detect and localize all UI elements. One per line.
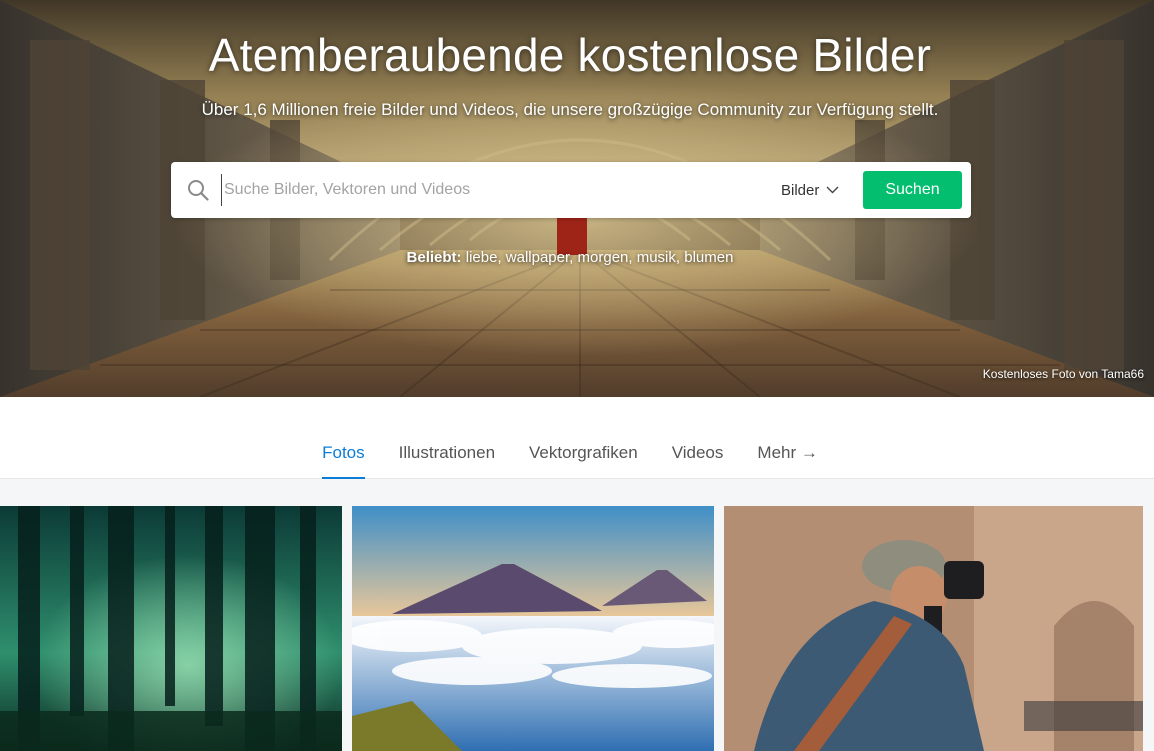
volcano-image bbox=[352, 506, 714, 751]
image-gallery bbox=[0, 506, 1154, 751]
hero-subtitle: Über 1,6 Millionen freie Bilder und Vide… bbox=[201, 100, 939, 119]
category-tabs-bar: Fotos Illustrationen Vektorgrafiken Vide… bbox=[0, 397, 1154, 479]
tab-illustrationen[interactable]: Illustrationen bbox=[399, 397, 495, 479]
gallery-item[interactable] bbox=[724, 506, 1143, 751]
popular-label: Beliebt: bbox=[406, 249, 462, 266]
popular-term-wallpaper[interactable]: wallpaper bbox=[506, 249, 569, 266]
media-type-value: Bilder bbox=[781, 181, 820, 199]
search-input[interactable] bbox=[221, 174, 761, 206]
photo-credit[interactable]: Kostenloses Foto von Tama66 bbox=[983, 367, 1144, 381]
search-icon[interactable] bbox=[187, 179, 209, 201]
tab-videos[interactable]: Videos bbox=[672, 397, 724, 479]
chevron-down-icon bbox=[826, 186, 839, 194]
media-type-dropdown[interactable]: Bilder bbox=[781, 179, 839, 201]
popular-term-morgen[interactable]: morgen bbox=[578, 249, 629, 266]
hero: Atemberaubende kostenlose Bilder Über 1,… bbox=[0, 0, 1154, 397]
search-bar: Bilder Suchen bbox=[171, 162, 971, 218]
tab-mehr[interactable]: Mehr → bbox=[757, 397, 817, 479]
gallery-item[interactable] bbox=[0, 506, 342, 751]
tab-vektorgrafiken[interactable]: Vektorgrafiken bbox=[529, 397, 638, 479]
separator: , bbox=[497, 249, 506, 266]
photographer-image bbox=[724, 506, 1143, 751]
popular-term-liebe[interactable]: liebe bbox=[466, 249, 498, 266]
separator: , bbox=[675, 249, 685, 266]
tab-fotos[interactable]: Fotos bbox=[322, 397, 365, 479]
gallery-item[interactable] bbox=[352, 506, 714, 751]
separator: , bbox=[628, 249, 637, 266]
search-button[interactable]: Suchen bbox=[863, 171, 962, 209]
popular-term-musik[interactable]: musik bbox=[637, 249, 676, 266]
forest-image bbox=[0, 506, 342, 751]
popular-term-blumen[interactable]: blumen bbox=[684, 249, 733, 266]
hero-title: Atemberaubende kostenlose Bilder bbox=[208, 29, 932, 81]
popular-searches: Beliebt: liebe, wallpaper, morgen, musik… bbox=[0, 249, 1140, 266]
separator: , bbox=[569, 249, 578, 266]
